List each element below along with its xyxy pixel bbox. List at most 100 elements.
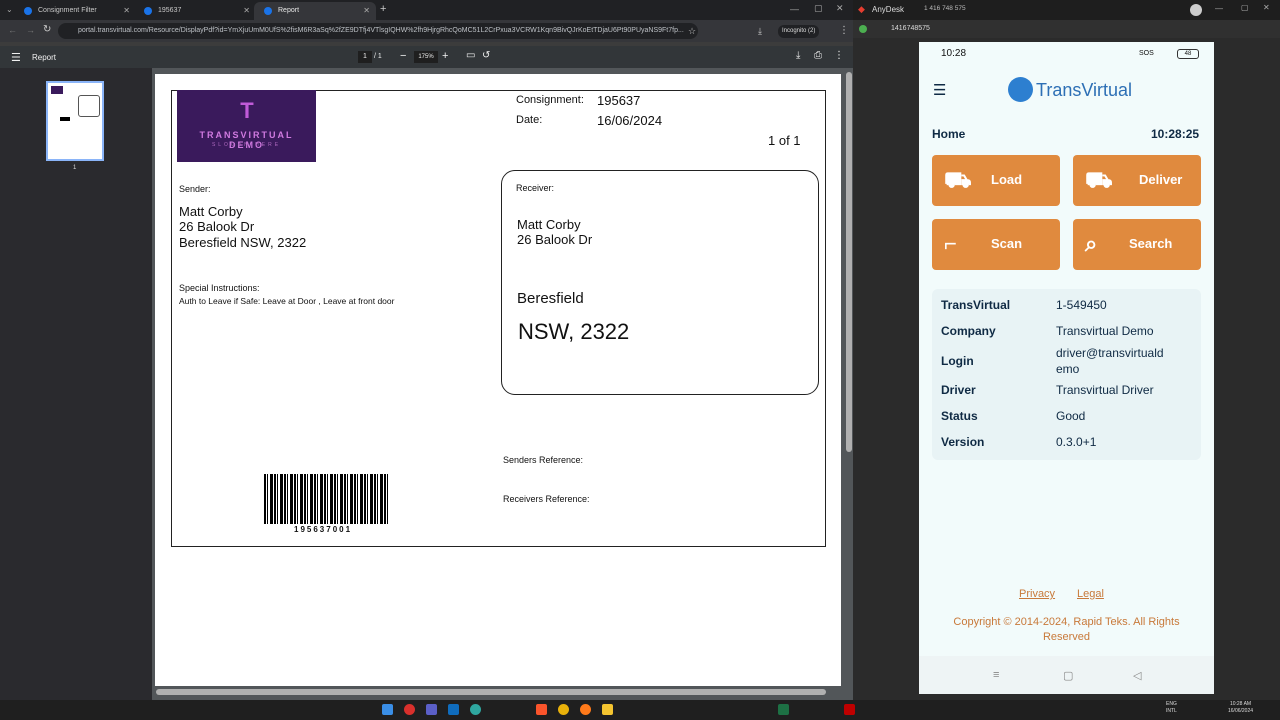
file-explorer-icon[interactable] <box>602 704 613 715</box>
close-tab-icon[interactable]: ✕ <box>123 2 130 20</box>
edge-icon[interactable] <box>470 704 481 715</box>
brand-name: TransVirtual <box>1036 80 1133 100</box>
page-number-input[interactable]: 1 <box>358 51 372 63</box>
back-nav-icon[interactable]: ◁ <box>1133 669 1141 682</box>
browser-window: ⌄ Consignment Filter ✕ 195637 ✕ Report ✕… <box>0 0 853 700</box>
download-icon[interactable]: ⤓ <box>758 26 762 37</box>
info-value: Good <box>1056 409 1086 423</box>
zoom-out-icon[interactable]: − <box>400 50 406 62</box>
receiver-suburb: Beresfield <box>517 290 584 307</box>
minimize-icon[interactable]: — <box>790 4 799 14</box>
info-row-company: Company Transvirtual Demo <box>941 324 1154 338</box>
thumbnail-barcode <box>60 117 70 121</box>
page-thumbnail[interactable] <box>46 81 104 161</box>
hamburger-menu-icon[interactable]: ☰ <box>933 81 946 99</box>
consignment-value: 195637 <box>597 93 641 108</box>
sender-city: Beresfield NSW, 2322 <box>179 235 307 250</box>
scan-button[interactable]: ⌐ Scan <box>932 219 1060 270</box>
zoom-input[interactable]: 175% <box>414 51 438 63</box>
pdf-download-icon[interactable]: ⤓ <box>796 50 800 61</box>
search-button[interactable]: ⌕ Search <box>1073 219 1201 270</box>
url-input[interactable]: portal.transvirtual.com/Resource/Display… <box>58 23 698 39</box>
home-nav-icon[interactable]: ▢ <box>1063 669 1073 682</box>
filezilla-icon[interactable] <box>844 704 855 715</box>
excel-icon[interactable] <box>778 704 789 715</box>
load-button[interactable]: ⛟ Load <box>932 155 1060 206</box>
thumbnail-logo <box>51 86 63 94</box>
teams-icon[interactable] <box>426 704 437 715</box>
page-total: / 1 <box>374 53 382 60</box>
zoom-in-icon[interactable]: + <box>442 50 448 62</box>
chrome-menu-icon[interactable]: ⋮ <box>839 25 849 36</box>
deliver-button[interactable]: ⛟ Deliver <box>1073 155 1201 206</box>
tab-consignment-filter[interactable]: Consignment Filter ✕ <box>14 2 136 20</box>
receiver-label: Receiver: <box>516 183 555 193</box>
pdf-more-icon[interactable]: ⋮ <box>834 50 844 61</box>
close-tab-icon[interactable]: ✕ <box>363 2 370 20</box>
back-icon[interactable]: ← <box>8 25 17 35</box>
forward-icon[interactable]: → <box>26 25 35 35</box>
new-tab-icon[interactable]: + <box>380 3 386 15</box>
info-value: Transvirtual Demo <box>1056 324 1154 338</box>
rotate-icon[interactable]: ↺ <box>482 50 490 61</box>
anydesk-close-icon[interactable]: ✕ <box>1263 3 1270 12</box>
start-icon[interactable] <box>382 704 393 715</box>
recent-apps-icon[interactable]: ≡ <box>993 669 999 681</box>
tab-bar: ⌄ Consignment Filter ✕ 195637 ✕ Report ✕… <box>0 0 853 20</box>
date-value: 16/06/2024 <box>597 113 663 128</box>
hand-truck-icon: ⛟ <box>944 167 972 192</box>
pdf-menu-icon[interactable]: ☰ <box>11 51 21 64</box>
info-key: Login <box>941 354 974 368</box>
phone-time: 10:28 <box>941 48 967 59</box>
print-icon[interactable]: ⎙ <box>814 50 822 61</box>
tab-195637[interactable]: 195637 ✕ <box>134 2 256 20</box>
anydesk-maximize-icon[interactable]: ▢ <box>1241 3 1249 12</box>
incognito-badge[interactable]: Incognito (2) <box>778 25 820 38</box>
info-key: TransVirtual <box>941 298 1011 312</box>
page-counter: 1 of 1 <box>768 133 801 148</box>
pdf-page: T TRANSVIRTUAL DEMO SLOGAN HERE Consignm… <box>155 74 841 686</box>
info-key: Company <box>941 324 996 338</box>
info-key: Version <box>941 435 985 449</box>
phone-status-sos: SOS <box>1139 50 1154 57</box>
privacy-link[interactable]: Privacy <box>1019 588 1055 600</box>
legal-link[interactable]: Legal <box>1077 588 1104 600</box>
receiver-name: Matt Corby <box>517 217 581 232</box>
date-label: Date: <box>516 114 543 126</box>
senders-reference-label: Senders Reference: <box>503 455 584 465</box>
maximize-icon[interactable]: ▢ <box>814 3 823 14</box>
anydesk-minimize-icon[interactable]: — <box>1215 4 1223 13</box>
pdf-toolbar: ☰ Report 1 / 1 − 175% + ▭ ↺ ⤓ ⎙ ⋮ <box>0 46 853 68</box>
receivers-reference-label: Receivers Reference: <box>503 494 590 504</box>
logo-slogan: SLOGAN HERE <box>211 142 282 148</box>
anydesk-session-id[interactable]: 1 416 748 575 <box>924 5 966 12</box>
outlook-icon[interactable] <box>448 704 459 715</box>
anydesk-address[interactable]: 1416748575 <box>891 25 930 32</box>
tab-report[interactable]: Report ✕ <box>254 2 376 20</box>
anydesk-avatar[interactable] <box>1190 4 1202 16</box>
reload-icon[interactable]: ↻ <box>43 24 51 35</box>
info-row-driver: Driver Transvirtual Driver <box>941 383 1154 397</box>
page-title: Home <box>932 127 966 141</box>
anydesk-logo-icon: ◆ <box>858 4 865 14</box>
info-value: driver@transvirtuald <box>1056 346 1164 360</box>
horizontal-scrollbar[interactable] <box>156 689 826 695</box>
close-tab-icon[interactable]: ✕ <box>243 2 250 20</box>
firefox-icon[interactable] <box>580 704 591 715</box>
brave-icon[interactable] <box>536 704 547 715</box>
info-value: 0.3.0+1 <box>1056 435 1097 449</box>
battery-icon: 48 <box>1177 49 1199 59</box>
info-value: Transvirtual Driver <box>1056 383 1154 397</box>
vertical-scrollbar[interactable] <box>846 72 852 452</box>
star-icon[interactable]: ☆ <box>688 26 696 37</box>
fit-page-icon[interactable]: ▭ <box>466 50 475 61</box>
url-text: portal.transvirtual.com/Resource/Display… <box>78 27 684 34</box>
close-window-icon[interactable]: ✕ <box>836 3 844 14</box>
opera-icon[interactable] <box>404 704 415 715</box>
globe-logo-icon <box>1008 77 1033 102</box>
system-clock[interactable]: 10:28 AM 16/06/2024 <box>1228 701 1253 715</box>
info-key: Driver <box>941 383 976 397</box>
chrome-icon[interactable] <box>558 704 569 715</box>
incognito-label: Incognito (2) <box>782 28 816 34</box>
language-indicator[interactable]: ENG INTL <box>1166 701 1177 715</box>
